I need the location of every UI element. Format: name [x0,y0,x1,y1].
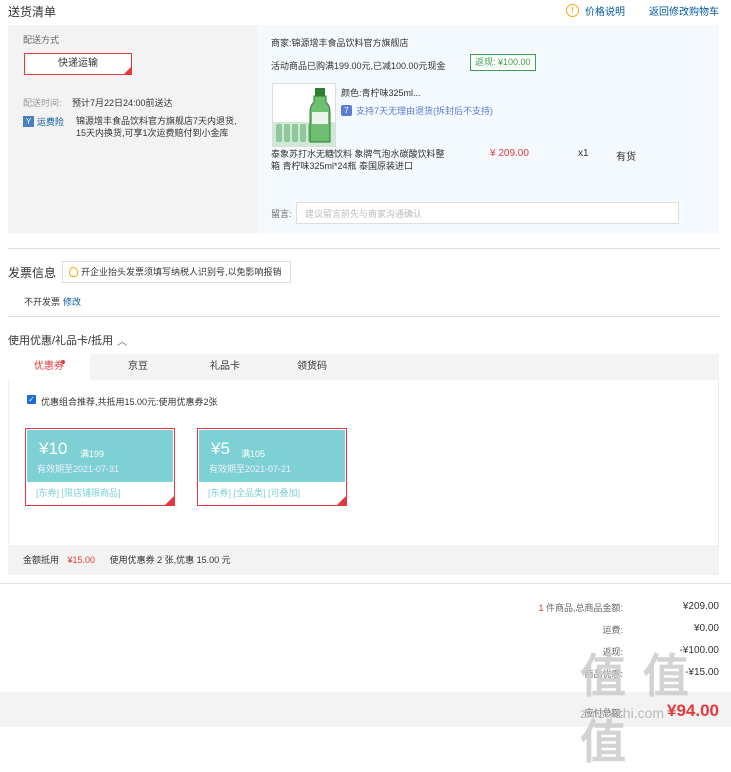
invoice-edit-link[interactable]: 修改 [63,295,81,308]
coupon-condition: 满199 [80,449,105,459]
discount-summary: 金额抵用 ¥15.00 使用优惠券 2 张,优惠 15.00 元 [8,545,719,575]
coupon-face: ¥5 满105 有效期至2021-07-21 [199,430,345,482]
back-to-cart-link[interactable]: 返回修改购物车 [649,3,719,18]
item-count-suffix: 件商品,总商品金额: [545,603,623,613]
invoice-status: 不开发票 [24,297,61,307]
invoice-title: 发票信息 [8,266,57,280]
recommend-text: 优惠组合推荐,共抵用15.00元:使用优惠券2张 [41,397,218,407]
coupon-condition: 满105 [241,449,266,459]
remark-label: 留言: [271,209,292,219]
lightbulb-icon [69,267,78,277]
coupon-tabs: 优惠券 京豆 礼品卡 领货码 [8,354,719,381]
page-title: 送货清单 [8,5,57,19]
selected-corner-icon [124,67,131,74]
selected-corner-icon [337,496,346,505]
product-name-line2: 箱 青柠味325ml*24瓶 泰国原装进口 [271,161,414,171]
product-color: 颜色:青柠味325ml... [341,88,421,98]
shipping-label: 运费: [602,625,623,635]
shipping-method-button[interactable]: 快递运输 [24,53,132,75]
new-dot-icon [61,360,65,364]
warning-icon: ! [566,4,579,17]
tab-jingdou[interactable]: 京豆 [96,354,180,380]
insurance-row[interactable]: Y 运费险 [23,115,64,128]
coupon-amount: ¥10 [39,439,68,458]
tab-redeem-code[interactable]: 领货码 [270,354,354,380]
return-policy: 7 支持7天无理由退货(拆封后不支持) [341,104,493,117]
cashback-badge: 返现: ¥100.00 [470,54,536,71]
product-name-line1: 泰象苏打水无糖饮料 象牌气泡水碳酸饮料整 [271,149,445,159]
insurance-description: 锦源增丰食品饮料官方旗舰店7天内退货, 15天内换货,可享1次运费赔付到小金库 [76,115,237,139]
return-policy-label: 支持7天无理由退货(拆封后不支持) [356,106,494,116]
coupon-card[interactable]: ¥5 满105 有效期至2021-07-21 [东券] [全品类] [可叠加] [197,428,347,506]
product-image[interactable] [272,83,336,147]
shipping-method-label: 快递运输 [58,58,98,69]
tab-gift-card[interactable]: 礼品卡 [180,354,270,380]
item-count: 1 [538,603,544,613]
shipping-value: ¥0.00 [693,623,719,634]
product-quantity: x1 [578,148,589,159]
coupon-section-title: 使用优惠/礼品卡/抵用 [8,335,114,347]
coupon-tags: [东券] [全品类] [可叠加] [208,488,301,498]
divider [8,248,720,249]
delivery-method-label: 配送方式 [23,35,60,45]
goods-total-label: 1 件商品,总商品金额: [538,601,623,614]
delivery-time-value: 预计7月22日24:00前送达 [72,98,173,108]
goods-total-value: ¥209.00 [682,601,719,612]
insurance-icon: Y [23,116,34,127]
header-links: ! 价格说明 返回修改购物车 [566,3,719,18]
coupon-card[interactable]: ¥10 满199 有效期至2021-07-31 [东券] [限店铺限商品] [25,428,175,506]
tab-coupons[interactable]: 优惠券 [8,354,90,381]
discount-desc: 使用优惠券 2 张,优惠 15.00 元 [109,555,231,565]
insurance-label: 运费险 [37,117,65,127]
bottle-icon [273,88,335,146]
product-price: ¥ 209.00 [490,148,529,159]
delivery-panel: 配送方式 快递运输 配送时间: 预计7月22日24:00前送达 Y 运费险 锦源… [8,25,258,233]
selected-corner-icon [165,496,174,505]
coupon-expiry: 有效期至2021-07-21 [209,464,292,474]
chevron-up-icon: ︿ [117,336,128,348]
promo-text: 活动商品已购满199.00元,已减100.00元现金 [271,61,446,71]
divider [0,583,731,584]
insurance-desc-line2: 15天内换货,可享1次运费赔付到小金库 [76,128,229,138]
insurance-desc-line1: 锦源增丰食品饮料官方旗舰店7天内退货, [76,116,237,126]
merchant-name: 商家:锦源增丰食品饮料官方旗舰店 [271,38,409,48]
return-policy-icon: 7 [341,105,352,116]
discount-value: ¥15.00 [67,555,96,565]
invoice-tip-text: 开企业抬头发票须填写纳税人识别号,以免影响报销 [81,267,282,277]
coupon-tags: [东券] [限店铺限商品] [36,488,121,498]
divider [8,316,720,317]
watermark-text: zhizhizhi.com [580,705,665,721]
product-name[interactable]: 泰象苏打水无糖饮料 象牌气泡水碳酸饮料整 箱 青柠味325ml*24瓶 泰国原装… [271,148,445,172]
recommend-checkbox[interactable]: ✓ [27,395,36,404]
price-note-link[interactable]: 价格说明 [585,3,625,18]
coupon-face: ¥10 满199 有效期至2021-07-31 [27,430,173,482]
remark-input[interactable]: 建议留言前先与商家沟通确认 [296,202,679,224]
coupon-expiry: 有效期至2021-07-31 [37,464,120,474]
discount-label: 金额抵用 [23,555,60,565]
invoice-tip: 开企业抬头发票须填写纳税人识别号,以免影响报销 [62,261,291,283]
stock-status: 有货 [616,152,636,163]
coupon-amount: ¥5 [211,439,230,458]
delivery-time-label: 配送时间: [23,98,62,108]
coupon-section-toggle[interactable]: 使用优惠/礼品卡/抵用 ︿ [8,332,127,348]
